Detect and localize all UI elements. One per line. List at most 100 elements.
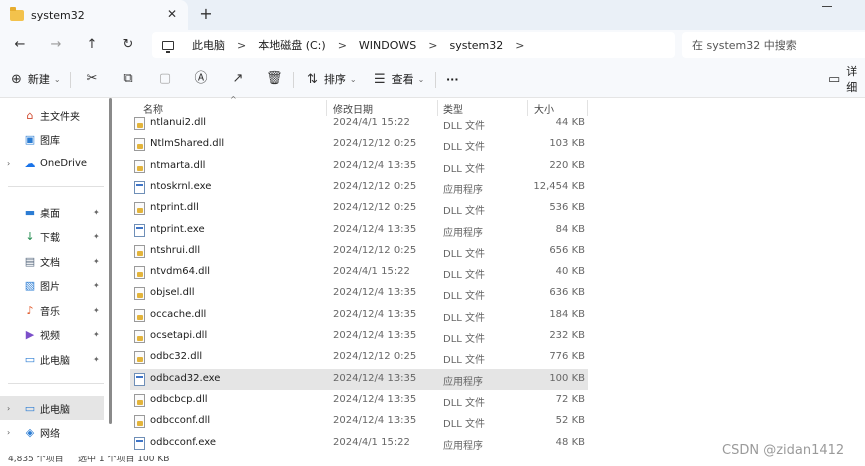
- pin-icon[interactable]: ✦: [93, 257, 100, 266]
- breadcrumb-separator[interactable]: >: [515, 39, 524, 52]
- pin-icon[interactable]: ✦: [93, 330, 100, 339]
- new-button[interactable]: ⊕ 新建 ⌄: [11, 70, 61, 88]
- breadcrumb-this-pc[interactable]: 此电脑: [192, 37, 225, 53]
- forward-button[interactable]: →: [47, 36, 65, 54]
- pin-icon[interactable]: ✦: [93, 232, 100, 241]
- sidebar-item-gallery[interactable]: ▣ 图库: [0, 127, 104, 151]
- copy-icon[interactable]: ⧉: [120, 71, 136, 87]
- file-type: DLL 文件: [443, 121, 486, 132]
- gallery-icon: ▣: [24, 132, 36, 146]
- file-row[interactable]: occache.dll 2024/12/4 13:35 DLL 文件 184 KB: [130, 305, 588, 326]
- breadcrumb-system32[interactable]: system32: [449, 39, 503, 52]
- dll-file-icon: [134, 287, 145, 300]
- more-options-button[interactable]: ···: [446, 70, 459, 88]
- video-icon: ▶: [25, 327, 35, 341]
- file-row[interactable]: ntprint.dll 2024/12/12 0:25 DLL 文件 536 KB: [130, 198, 588, 219]
- file-size: 72 KB: [555, 394, 585, 405]
- file-type: 应用程序: [443, 185, 483, 196]
- file-type: DLL 文件: [443, 291, 486, 302]
- sidebar-item-label: 此电脑: [40, 404, 70, 416]
- file-row[interactable]: odbcbcp.dll 2024/12/4 13:35 DLL 文件 72 KB: [130, 390, 588, 411]
- file-row[interactable]: objsel.dll 2024/12/4 13:35 DLL 文件 636 KB: [130, 283, 588, 304]
- new-tab-button[interactable]: +: [198, 5, 214, 23]
- file-row[interactable]: ocsetapi.dll 2024/12/4 13:35 DLL 文件 232 KB: [130, 326, 588, 347]
- file-row[interactable]: ntoskrnl.exe 2024/12/12 0:25 应用程序 12,454 KB: [130, 177, 588, 198]
- computer-icon: [162, 40, 174, 53]
- back-button[interactable]: ←: [11, 36, 29, 54]
- file-size: 184 KB: [549, 309, 585, 320]
- pin-icon[interactable]: ✦: [93, 355, 100, 364]
- expand-chevron-icon[interactable]: ›: [7, 159, 10, 168]
- sidebar-item-music[interactable]: ♪ 音乐 ✦: [0, 298, 104, 322]
- address-bar[interactable]: 此电脑 > 本地磁盘 (C:) > WINDOWS > system32 >: [152, 32, 675, 58]
- sidebar-item-pictures[interactable]: ▧ 图片 ✦: [0, 273, 104, 297]
- breadcrumb-windows[interactable]: WINDOWS: [359, 39, 416, 52]
- file-row[interactable]: odbcad32.exe 2024/12/4 13:35 应用程序 100 KB: [130, 369, 588, 390]
- refresh-button[interactable]: ↻: [119, 36, 137, 54]
- desktop-icon: ▬: [24, 205, 36, 219]
- close-tab-icon[interactable]: ✕: [165, 7, 179, 21]
- breadcrumb-local-disk[interactable]: 本地磁盘 (C:): [258, 37, 325, 53]
- file-name: ocsetapi.dll: [150, 330, 208, 341]
- tab-system32[interactable]: system32: [0, 0, 188, 30]
- file-row[interactable]: ntmarta.dll 2024/12/4 13:35 DLL 文件 220 KB: [130, 156, 588, 177]
- pictures-icon: ▧: [24, 278, 36, 292]
- details-pane-button[interactable]: ▭ 详细: [828, 65, 865, 94]
- view-icon: ☰: [374, 71, 386, 87]
- item-count: 4,835 个项目: [8, 456, 64, 464]
- paste-icon[interactable]: ▢: [157, 71, 173, 87]
- file-date-modified: 2024/12/4 13:35: [333, 160, 417, 171]
- pin-icon[interactable]: ✦: [93, 208, 100, 217]
- sidebar-item-videos[interactable]: ▶ 视频 ✦: [0, 322, 104, 346]
- file-row[interactable]: ntlanui2.dll 2024/4/1 15:22 DLL 文件 44 KB: [130, 113, 588, 134]
- sidebar-item-this-pc-pinned[interactable]: ▭ 此电脑 ✦: [0, 347, 104, 371]
- file-type: DLL 文件: [443, 398, 486, 409]
- sidebar-scrollbar[interactable]: [109, 98, 112, 424]
- file-row[interactable]: odbcconf.exe 2024/4/1 15:22 应用程序 48 KB: [130, 433, 588, 454]
- sidebar-item-desktop[interactable]: ▬ 桌面 ✦: [0, 200, 104, 224]
- file-row[interactable]: odbcconf.dll 2024/12/4 13:35 DLL 文件 52 KB: [130, 411, 588, 432]
- sidebar-item-onedrive[interactable]: › ☁ OneDrive: [0, 151, 104, 175]
- file-type: DLL 文件: [443, 249, 486, 260]
- expand-chevron-icon[interactable]: ›: [7, 404, 10, 413]
- file-name: odbcbcp.dll: [150, 394, 208, 405]
- sidebar-item-label: 图片: [40, 281, 60, 293]
- dll-file-icon: [134, 309, 145, 322]
- sidebar-item-home[interactable]: ⌂ 主文件夹: [0, 103, 104, 127]
- sidebar-item-network[interactable]: › ◈ 网络: [0, 420, 104, 444]
- sort-button[interactable]: ⇅ 排序 ⌄: [307, 70, 357, 88]
- file-row[interactable]: ntshrui.dll 2024/12/12 0:25 DLL 文件 656 KB: [130, 241, 588, 262]
- breadcrumb-separator[interactable]: >: [428, 39, 437, 52]
- file-type: DLL 文件: [443, 164, 486, 175]
- cut-icon[interactable]: ✂: [84, 71, 100, 87]
- file-row[interactable]: NtlmShared.dll 2024/12/12 0:25 DLL 文件 103 K…: [130, 134, 588, 155]
- up-button[interactable]: ↑: [83, 36, 101, 54]
- file-date-modified: 2024/4/1 15:22: [333, 266, 410, 277]
- search-input[interactable]: 在 system32 中搜索: [682, 32, 865, 58]
- view-button[interactable]: ☰ 查看 ⌄: [374, 70, 424, 88]
- file-name: odbcconf.exe: [150, 437, 216, 448]
- sidebar-item-documents[interactable]: ▤ 文档 ✦: [0, 249, 104, 273]
- pin-icon[interactable]: ✦: [93, 306, 100, 315]
- file-row[interactable]: ntvdm64.dll 2024/4/1 15:22 DLL 文件 40 KB: [130, 262, 588, 283]
- title-bar: system32 ✕ +: [0, 0, 865, 30]
- breadcrumb-separator[interactable]: >: [237, 39, 246, 52]
- sidebar-item-this-pc[interactable]: › ▭ 此电脑: [0, 396, 104, 420]
- file-name: ntoskrnl.exe: [150, 181, 212, 192]
- minimize-button[interactable]: [808, 0, 848, 14]
- expand-chevron-icon[interactable]: ›: [7, 428, 10, 437]
- delete-icon[interactable]: 🗑: [266, 71, 283, 87]
- breadcrumb-separator[interactable]: >: [338, 39, 347, 52]
- share-icon[interactable]: ↗: [230, 71, 246, 87]
- file-type: DLL 文件: [443, 313, 486, 324]
- divider: [70, 72, 71, 88]
- file-date-modified: 2024/12/4 13:35: [333, 224, 417, 235]
- file-row[interactable]: ntprint.exe 2024/12/4 13:35 应用程序 84 KB: [130, 220, 588, 241]
- rename-icon[interactable]: Ⓐ: [193, 71, 209, 87]
- file-name: ntvdm64.dll: [150, 266, 211, 277]
- pin-icon[interactable]: ✦: [93, 281, 100, 290]
- application-file-icon: [134, 437, 145, 450]
- sidebar-item-downloads[interactable]: ↓ 下载 ✦: [0, 224, 104, 248]
- sidebar-item-label: 音乐: [40, 306, 60, 318]
- file-row[interactable]: odbc32.dll 2024/12/12 0:25 DLL 文件 776 KB: [130, 347, 588, 368]
